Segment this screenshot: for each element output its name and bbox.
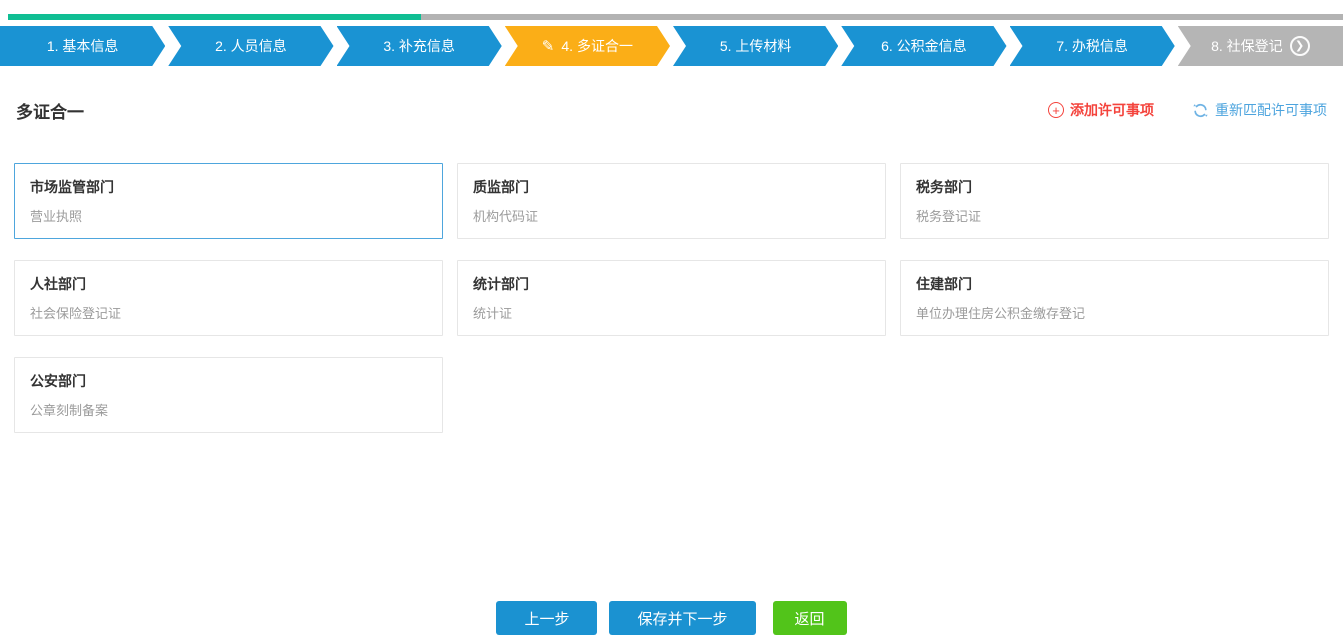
license-card[interactable]: 市场监管部门 营业执照 [14,163,443,239]
step-upload-materials[interactable]: 5. 上传材料 [673,26,838,66]
save-and-next-button[interactable]: 保存并下一步 [609,601,755,635]
refresh-icon [1192,102,1209,119]
step-label: 3. 补充信息 [383,36,455,56]
step-personnel-info[interactable]: 2. 人员信息 [168,26,333,66]
add-license-label: 添加许可事项 [1070,100,1154,120]
card-department: 市场监管部门 [30,177,427,197]
rematch-license-link[interactable]: 重新匹配许可事项 [1192,100,1327,120]
progress-track [8,14,1343,20]
progress-fill [8,14,421,20]
card-certificate: 营业执照 [30,206,427,225]
step-provident-fund[interactable]: 6. 公积金信息 [841,26,1006,66]
step-social-security[interactable]: 8. 社保登记 ❯ [1178,26,1343,66]
chevron-right-circle-icon: ❯ [1290,36,1310,56]
license-card[interactable]: 公安部门 公章刻制备案 [14,357,443,433]
card-certificate: 统计证 [473,303,870,322]
card-department: 税务部门 [916,177,1313,197]
card-department: 住建部门 [916,274,1313,294]
edit-pencil-icon: ✎ [542,39,555,54]
license-card[interactable]: 住建部门 单位办理住房公积金缴存登记 [900,260,1329,336]
section-header: 多证合一 + 添加许可事项 重新匹配许可事项 [16,90,1327,130]
card-certificate: 单位办理住房公积金缴存登记 [916,303,1313,322]
step-label: 6. 公积金信息 [881,36,967,56]
back-button[interactable]: 返回 [773,601,847,635]
license-card[interactable]: 税务部门 税务登记证 [900,163,1329,239]
header-actions: + 添加许可事项 重新匹配许可事项 [1048,100,1327,120]
plus-circle-icon: + [1048,102,1064,118]
step-label: 8. 社保登记 [1211,36,1283,56]
footer-actions: 上一步 保存并下一步 返回 [0,601,1343,635]
card-certificate: 税务登记证 [916,206,1313,225]
rematch-license-label: 重新匹配许可事项 [1215,100,1327,120]
page-title: 多证合一 [16,98,84,123]
license-card[interactable]: 统计部门 统计证 [457,260,886,336]
add-license-link[interactable]: + 添加许可事项 [1048,100,1154,120]
card-department: 质监部门 [473,177,870,197]
card-department: 公安部门 [30,371,427,391]
card-certificate: 社会保险登记证 [30,303,427,322]
step-tax-info[interactable]: 7. 办税信息 [1010,26,1175,66]
step-label: 2. 人员信息 [215,36,287,56]
card-certificate: 公章刻制备案 [30,400,427,419]
step-supplementary-info[interactable]: 3. 补充信息 [337,26,502,66]
step-label: 5. 上传材料 [720,36,792,56]
step-multi-certificate[interactable]: ✎ 4. 多证合一 [505,26,670,66]
step-label: 4. 多证合一 [561,36,633,56]
license-card[interactable]: 人社部门 社会保险登记证 [14,260,443,336]
step-label: 7. 办税信息 [1056,36,1128,56]
license-card[interactable]: 质监部门 机构代码证 [457,163,886,239]
card-certificate: 机构代码证 [473,206,870,225]
previous-step-button[interactable]: 上一步 [496,601,597,635]
license-card-grid: 市场监管部门 营业执照 质监部门 机构代码证 税务部门 税务登记证 人社部门 社… [14,163,1329,433]
step-basic-info[interactable]: 1. 基本信息 [0,26,165,66]
step-wizard: 1. 基本信息 2. 人员信息 3. 补充信息 ✎ 4. 多证合一 5. 上传材… [0,26,1343,66]
card-department: 人社部门 [30,274,427,294]
card-department: 统计部门 [473,274,870,294]
step-label: 1. 基本信息 [47,36,119,56]
